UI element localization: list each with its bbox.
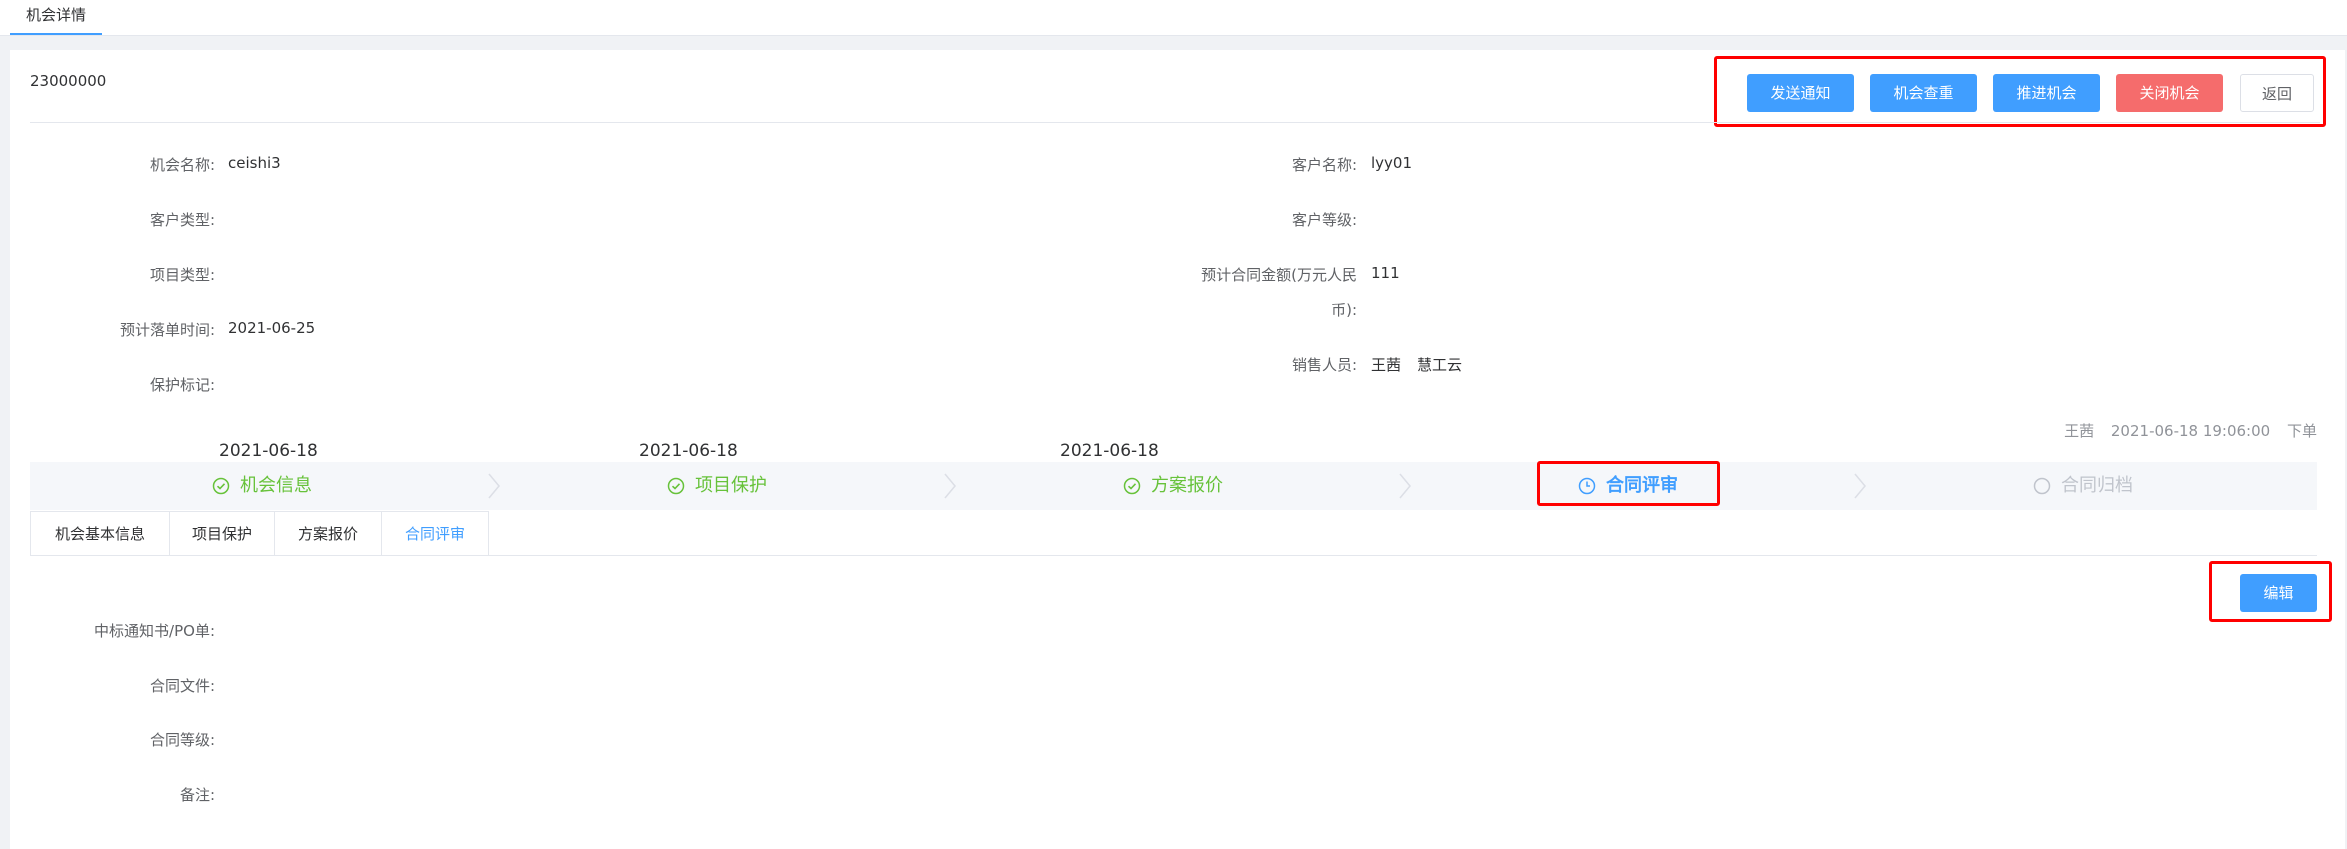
tab-project-protection[interactable]: 项目保护 <box>169 511 275 556</box>
tab-contract-review[interactable]: 合同评审 <box>381 511 489 556</box>
sales-person-label: 销售人员: <box>1291 356 1357 374</box>
step-solution-quote[interactable]: 方案报价 <box>1123 462 1223 510</box>
chevron-right-icon <box>944 473 956 499</box>
circle-outline-icon <box>2033 477 2051 495</box>
close-opportunity-button[interactable]: 关闭机会 <box>2116 74 2223 112</box>
check-circle-icon <box>1123 477 1141 495</box>
chevron-right-icon <box>488 473 500 499</box>
check-circle-icon <box>212 477 230 495</box>
edit-button[interactable]: 编辑 <box>2240 574 2317 612</box>
opportunity-name-value: ceishi3 <box>228 154 281 172</box>
check-duplicate-button[interactable]: 机会查重 <box>1870 74 1977 112</box>
step-label: 合同评审 <box>1606 475 1678 496</box>
step-label: 方案报价 <box>1151 475 1223 496</box>
tab-opportunity-basic-info[interactable]: 机会基本信息 <box>30 511 170 556</box>
back-button[interactable]: 返回 <box>2240 74 2314 112</box>
activity-action: 下单 <box>2286 422 2317 440</box>
contract-amount-label-unit: 币): <box>1331 301 1357 319</box>
step-project-protection[interactable]: 项目保护 <box>667 462 767 510</box>
top-tab-bar: 机会详情 <box>0 0 2347 36</box>
activity-user: 王茜 <box>2064 422 2095 440</box>
tab-solution-quote[interactable]: 方案报价 <box>274 511 382 556</box>
chevron-right-icon <box>1854 473 1866 499</box>
remarks-label: 备注: <box>179 786 215 804</box>
step-date: 2021-06-18 <box>219 441 318 461</box>
sales-person-value: 慧工云 <box>1417 356 1463 374</box>
send-notice-button[interactable]: 发送通知 <box>1747 74 1854 112</box>
activity-timestamp: 2021-06-18 19:06:00 <box>2110 422 2271 440</box>
tab-divider <box>30 555 2317 556</box>
opportunity-id: 23000000 <box>30 72 107 90</box>
contract-file-label: 合同文件: <box>149 677 215 695</box>
step-date: 2021-06-18 <box>639 441 738 461</box>
step-date: 2021-06-18 <box>1060 441 1159 461</box>
expected-close-label: 预计落单时间: <box>119 321 215 339</box>
expected-close-value: 2021-06-25 <box>228 319 316 337</box>
opportunity-name-label: 机会名称: <box>149 156 215 174</box>
award-notice-label: 中标通知书/PO单: <box>94 622 215 640</box>
step-opportunity-info[interactable]: 机会信息 <box>212 462 312 510</box>
step-label: 机会信息 <box>240 475 312 496</box>
customer-level-label: 客户等级: <box>1291 211 1357 229</box>
last-activity: 王茜 2021-06-18 19:06:00 下单 <box>2052 420 2317 441</box>
step-label: 合同归档 <box>2061 475 2133 496</box>
clock-icon <box>1578 477 1596 495</box>
step-contract-review[interactable]: 合同评审 <box>1578 462 1678 510</box>
chevron-right-icon <box>1399 473 1411 499</box>
check-circle-icon <box>667 477 685 495</box>
step-label: 项目保护 <box>695 475 767 496</box>
contract-amount-label: 预计合同金额(万元人民 <box>1201 266 1357 284</box>
sales-person-value: 王茜 <box>1371 356 1402 374</box>
advance-opportunity-button[interactable]: 推进机会 <box>1993 74 2100 112</box>
header-divider <box>30 122 2320 123</box>
customer-type-label: 客户类型: <box>149 211 215 229</box>
customer-name-value: lyy01 <box>1371 154 1413 172</box>
protection-mark-label: 保护标记: <box>149 376 215 394</box>
project-type-label: 项目类型: <box>149 266 215 284</box>
contract-amount-value: 111 <box>1371 264 1400 282</box>
tab-opportunity-detail[interactable]: 机会详情 <box>10 0 103 35</box>
customer-name-label: 客户名称: <box>1291 156 1357 174</box>
step-contract-archive[interactable]: 合同归档 <box>2033 462 2133 510</box>
contract-level-label: 合同等级: <box>149 731 215 749</box>
